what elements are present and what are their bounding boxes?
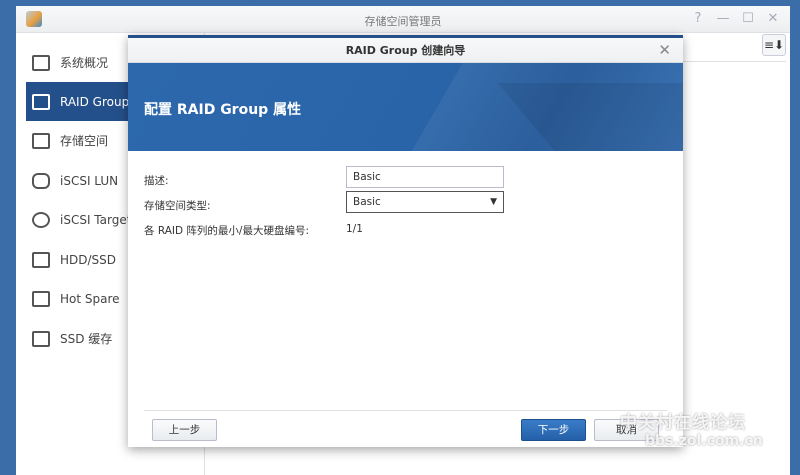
watermark-line1: 中关村在线论坛 [620, 413, 746, 433]
sidebar-item-label: RAID Group [60, 94, 130, 109]
watermark: 中关村在线论坛 bbs.zol.com.cn [595, 408, 763, 449]
footer-divider [144, 410, 667, 411]
sidebar-item-label: SSD 缓存 [60, 332, 113, 346]
sidebar-item-label: 系统概况 [60, 56, 109, 70]
next-button[interactable]: 下一步 [521, 419, 586, 441]
sidebar-item-label: 存储空间 [60, 134, 109, 148]
sidebar-item-label: iSCSI Target [60, 212, 132, 227]
chevron-down-icon: ▼ [490, 197, 497, 207]
sidebar-item-label: HDD/SSD [60, 252, 117, 267]
wizard-heading: 配置 RAID Group 属性 [144, 102, 302, 118]
description-input[interactable]: Basic [346, 166, 504, 188]
title-bar: 存储空间管理员 ? — ☐ ✕ [16, 6, 790, 33]
wizard-banner: 配置 RAID Group 属性 [128, 63, 683, 151]
disk-count-value: 1/1 [346, 223, 363, 235]
back-button[interactable]: 上一步 [152, 419, 217, 441]
overview-icon [32, 54, 50, 71]
disk-count-label: 各 RAID 阵列的最小/最大硬盘编号: [144, 225, 309, 237]
help-button[interactable]: ? [690, 11, 706, 26]
minimize-button[interactable]: — [715, 11, 731, 26]
watermark-line2: bbs.zol.com.cn [645, 433, 763, 449]
description-label: 描述: [144, 175, 169, 187]
raid-group-wizard-dialog: RAID Group 创建向导 ✕ 配置 RAID Group 属性 描述: B… [128, 35, 683, 447]
sidebar-item-label: iSCSI LUN [60, 173, 119, 188]
hot-spare-icon [32, 290, 50, 307]
target-icon [32, 211, 50, 228]
volume-type-label: 存储空间类型: [144, 200, 211, 212]
maximize-button[interactable]: ☐ [740, 11, 756, 26]
sort-button[interactable]: ≡⬇ [762, 34, 786, 56]
close-button[interactable]: ✕ [765, 11, 781, 26]
dialog-close-icon[interactable]: ✕ [658, 41, 671, 59]
sidebar-item-label: Hot Spare [60, 291, 120, 306]
lun-icon [32, 172, 50, 189]
window-title: 存储空间管理员 [364, 15, 442, 28]
dialog-title: RAID Group 创建向导 [128, 38, 683, 63]
raid-icon [32, 93, 50, 110]
hdd-icon [32, 251, 50, 268]
volume-icon [32, 132, 50, 149]
volume-type-value: Basic [353, 196, 381, 208]
volume-type-select[interactable]: Basic ▼ [346, 191, 504, 213]
ssd-cache-icon [32, 330, 50, 347]
